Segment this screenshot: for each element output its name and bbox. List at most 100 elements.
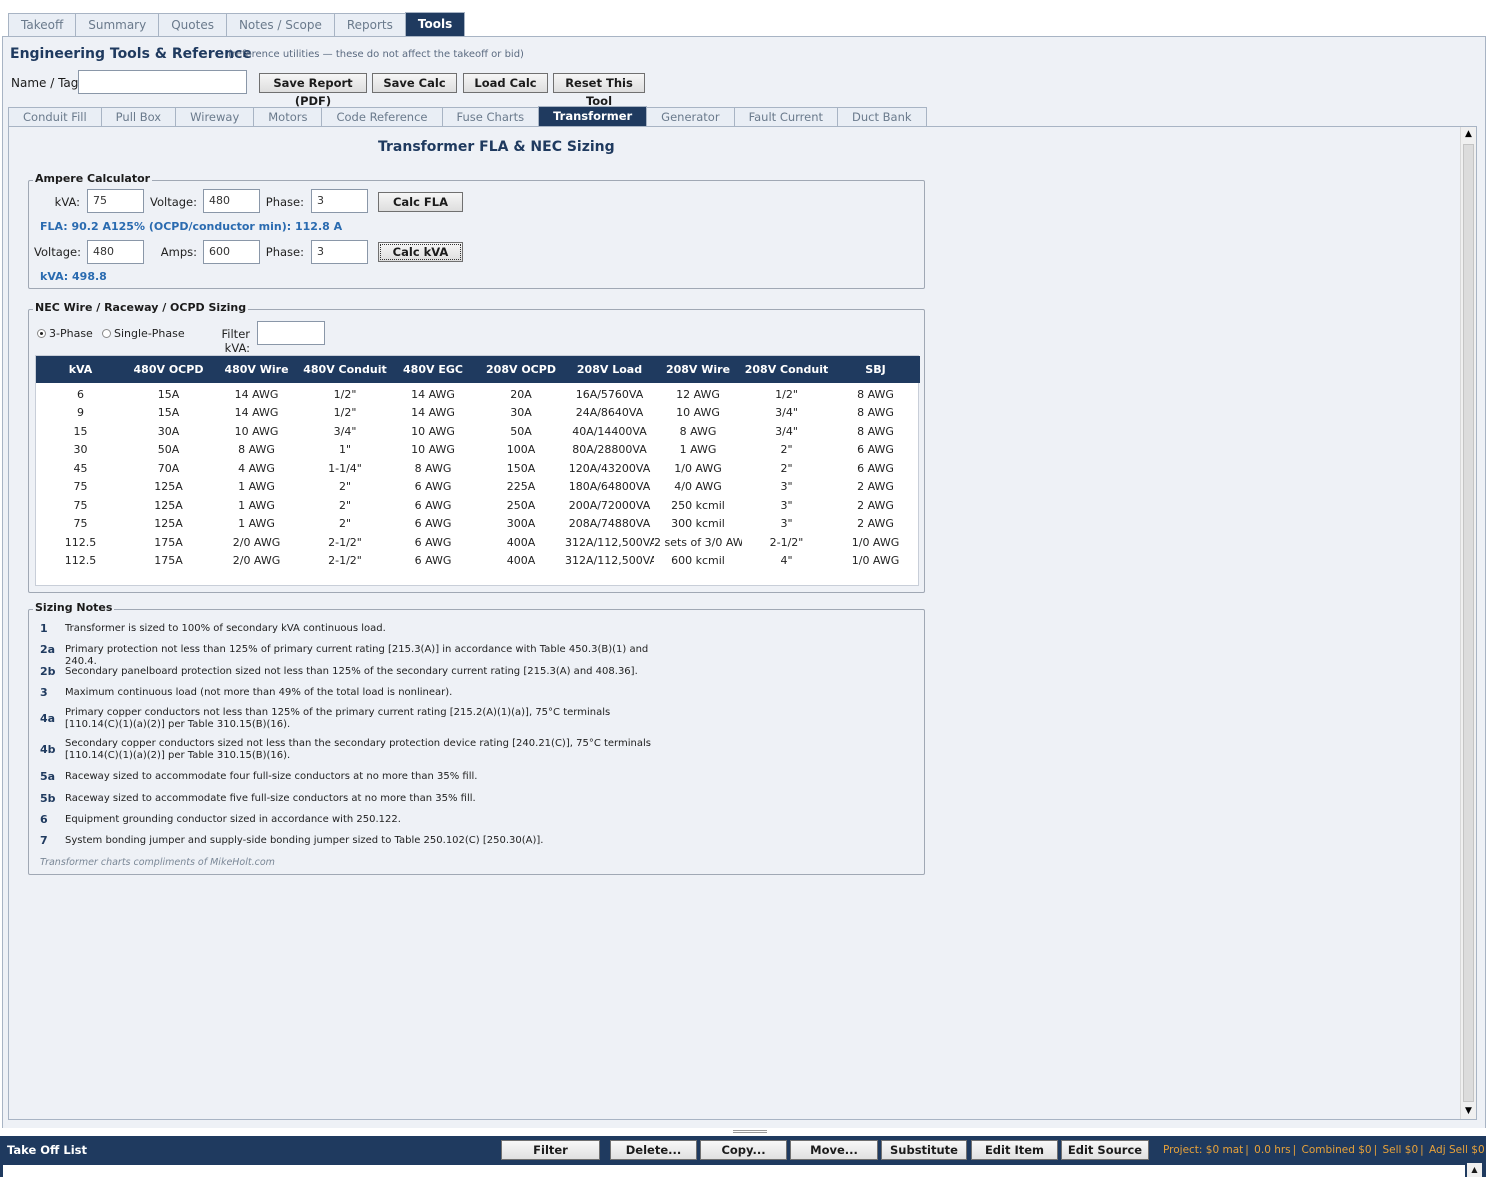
table-cell: 45 bbox=[73, 461, 88, 475]
tab-duct-bank[interactable]: Duct Bank bbox=[837, 107, 927, 127]
table-cell: 50A bbox=[157, 443, 180, 457]
tab-motors[interactable]: Motors bbox=[253, 107, 323, 127]
table-cell: 1/2" bbox=[775, 387, 798, 401]
column-header[interactable]: kVA bbox=[36, 356, 125, 383]
tab-reports[interactable]: Reports bbox=[333, 13, 406, 37]
single-phase-radio[interactable]: Single-Phase bbox=[102, 327, 185, 340]
table-cell: 6 AWG bbox=[857, 443, 894, 457]
tab-transformer[interactable]: Transformer bbox=[538, 106, 648, 127]
table-cell: 10 AWG bbox=[411, 443, 455, 457]
table-row[interactable]: 75 125A 1 AWG 2" 6 AWG 250A 200A/72000VA 250 kc… bbox=[36, 496, 920, 515]
kva-input[interactable]: 75 bbox=[87, 189, 144, 213]
status-project: Project: $0 mat bbox=[1163, 1144, 1244, 1156]
save-calc-button[interactable]: Save Calc bbox=[372, 73, 457, 93]
table-cell: 24A/8640VA bbox=[575, 406, 644, 420]
tab-wireway[interactable]: Wireway bbox=[175, 107, 255, 127]
tab-generator[interactable]: Generator bbox=[646, 107, 735, 127]
tab-notes-scope[interactable]: Notes / Scope bbox=[225, 13, 335, 37]
amps-input[interactable]: 600 bbox=[203, 240, 260, 264]
note-text: Raceway sized to accommodate four full-s… bbox=[65, 771, 478, 782]
scroll-down-icon[interactable]: ▼ bbox=[1461, 1104, 1476, 1119]
phase2-input[interactable]: 3 bbox=[311, 240, 368, 264]
table-cell: 40A/14400VA bbox=[572, 424, 647, 438]
reset-tool-button[interactable]: Reset This Tool bbox=[553, 73, 645, 108]
tab-fault-current[interactable]: Fault Current bbox=[733, 107, 839, 127]
calc-kva-button[interactable]: Calc kVA bbox=[378, 242, 463, 262]
tab-code-reference[interactable]: Code Reference bbox=[321, 107, 443, 127]
status-combined: Combined $0 bbox=[1301, 1144, 1372, 1156]
voltage2-label: Voltage: bbox=[34, 245, 82, 259]
table-row[interactable]: 45 70A 4 AWG 1-1/4" 8 AWG 150A 120A/43200VA 1/0… bbox=[36, 459, 920, 478]
table-row[interactable]: 30 50A 8 AWG 1" 10 AWG 100A 80A/28800VA 1 AWG 2"… bbox=[36, 441, 920, 460]
tab-tools[interactable]: Tools bbox=[404, 12, 466, 37]
table-row[interactable]: 112.5 175A 2/0 AWG 2-1/2" 6 AWG 400A 312A/112,… bbox=[36, 533, 920, 552]
tab-summary[interactable]: Summary bbox=[75, 13, 160, 37]
load-calc-button[interactable]: Load Calc bbox=[463, 73, 548, 93]
table-row[interactable]: 75 125A 1 AWG 2" 6 AWG 300A 208A/74880VA 300 kc… bbox=[36, 515, 920, 534]
table-row[interactable]: 75 125A 1 AWG 2" 6 AWG 225A 180A/64800VA 4/0 AW… bbox=[36, 478, 920, 497]
tab-conduit-fill[interactable]: Conduit Fill bbox=[8, 107, 102, 127]
tab-quotes[interactable]: Quotes bbox=[158, 13, 227, 37]
edit-source-button[interactable]: Edit Source bbox=[1061, 1140, 1149, 1160]
table-cell: 200A/72000VA bbox=[568, 498, 651, 512]
column-header[interactable]: 480V EGC bbox=[389, 356, 477, 383]
column-header[interactable]: 480V OCPD bbox=[125, 356, 212, 383]
column-header[interactable]: SBJ bbox=[831, 356, 920, 383]
move-button[interactable]: Move... bbox=[790, 1140, 878, 1160]
save-report-button[interactable]: Save Report (PDF) bbox=[259, 73, 367, 108]
takeoff-grid bbox=[0, 1163, 1486, 1177]
calc-fla-button[interactable]: Calc FLA bbox=[378, 192, 463, 212]
table-cell: 1 AWG bbox=[238, 517, 275, 531]
table-cell: 1 AWG bbox=[238, 480, 275, 494]
column-header[interactable]: 208V Wire bbox=[654, 356, 742, 383]
phase-input[interactable]: 3 bbox=[311, 189, 368, 213]
voltage-input[interactable]: 480 bbox=[203, 189, 260, 213]
table-cell: 1/2" bbox=[333, 406, 357, 420]
name-tag-label: Name / Tag: bbox=[11, 76, 83, 90]
copy-button[interactable]: Copy... bbox=[700, 1140, 787, 1160]
table-row[interactable]: 9 15A 14 AWG 1/2" 14 AWG 30A 24A/8640VA 10 AWG 3… bbox=[36, 404, 920, 423]
table-cell: 2 AWG bbox=[857, 517, 894, 531]
table-row[interactable]: 6 15A 14 AWG 1/2" 14 AWG 20A 16A/5760VA 12 AWG 1… bbox=[36, 385, 920, 404]
name-tag-input[interactable] bbox=[78, 70, 247, 94]
tab-fuse-charts[interactable]: Fuse Charts bbox=[441, 107, 540, 127]
table-cell: 125A bbox=[154, 517, 183, 531]
table-cell: 312A/112,500VA bbox=[565, 535, 654, 549]
tool-tab-bar: Conduit Fill Pull Box Wireway Motors Cod… bbox=[8, 106, 927, 127]
column-header[interactable]: 208V Load bbox=[565, 356, 654, 383]
kva-label: kVA: bbox=[54, 195, 80, 209]
tab-takeoff[interactable]: Takeoff bbox=[8, 13, 77, 37]
filter-sections-button[interactable]: Filter Sections... bbox=[501, 1140, 600, 1175]
status-hours: 0.0 hrs bbox=[1254, 1144, 1291, 1156]
content-scrollbar[interactable]: ▲ ▼ bbox=[1460, 127, 1476, 1119]
table-cell: 250 kcmil bbox=[671, 498, 725, 512]
takeoff-scroll-up-icon[interactable]: ▲ bbox=[1467, 1163, 1482, 1177]
note-number: 4a bbox=[40, 712, 56, 725]
table-cell: 6 AWG bbox=[414, 498, 452, 512]
voltage2-input[interactable]: 480 bbox=[87, 240, 144, 264]
scroll-up-icon[interactable]: ▲ bbox=[1461, 127, 1476, 142]
filter-kva-input[interactable] bbox=[257, 321, 325, 345]
phase-label: Phase: bbox=[265, 195, 304, 209]
delete-button[interactable]: Delete... bbox=[610, 1140, 697, 1160]
table-cell: 2/0 AWG bbox=[232, 554, 281, 568]
table-cell: 150A bbox=[506, 461, 536, 475]
splitter-grip-icon[interactable] bbox=[733, 1130, 767, 1133]
table-row[interactable]: 112.5 175A 2/0 AWG 2-1/2" 6 AWG 400A 312A/112,… bbox=[36, 552, 920, 571]
substitute-button[interactable]: Substitute bbox=[881, 1140, 967, 1160]
edit-item-button[interactable]: Edit Item bbox=[971, 1140, 1058, 1160]
table-cell: 75 bbox=[73, 517, 88, 531]
status-sell: Sell $0 bbox=[1382, 1144, 1419, 1156]
column-header[interactable]: 208V Conduit bbox=[742, 356, 831, 383]
project-status: Project: $0 mat | 0.0 hrs | Combined $0 | S… bbox=[1163, 1144, 1485, 1156]
column-header[interactable]: 480V Wire bbox=[212, 356, 301, 383]
scroll-thumb[interactable] bbox=[1463, 144, 1474, 1102]
column-header[interactable]: 208V OCPD bbox=[477, 356, 565, 383]
tab-pull-box[interactable]: Pull Box bbox=[100, 107, 177, 127]
table-cell: 2" bbox=[338, 498, 352, 512]
table-row[interactable]: 15 30A 10 AWG 3/4" 10 AWG 50A 40A/14400VA 8 AWG… bbox=[36, 422, 920, 441]
column-header[interactable]: 480V Conduit bbox=[301, 356, 389, 383]
table-cell: 300A bbox=[506, 517, 536, 531]
table-cell: 2 AWG bbox=[857, 498, 894, 512]
three-phase-radio[interactable]: 3-Phase bbox=[37, 327, 93, 340]
